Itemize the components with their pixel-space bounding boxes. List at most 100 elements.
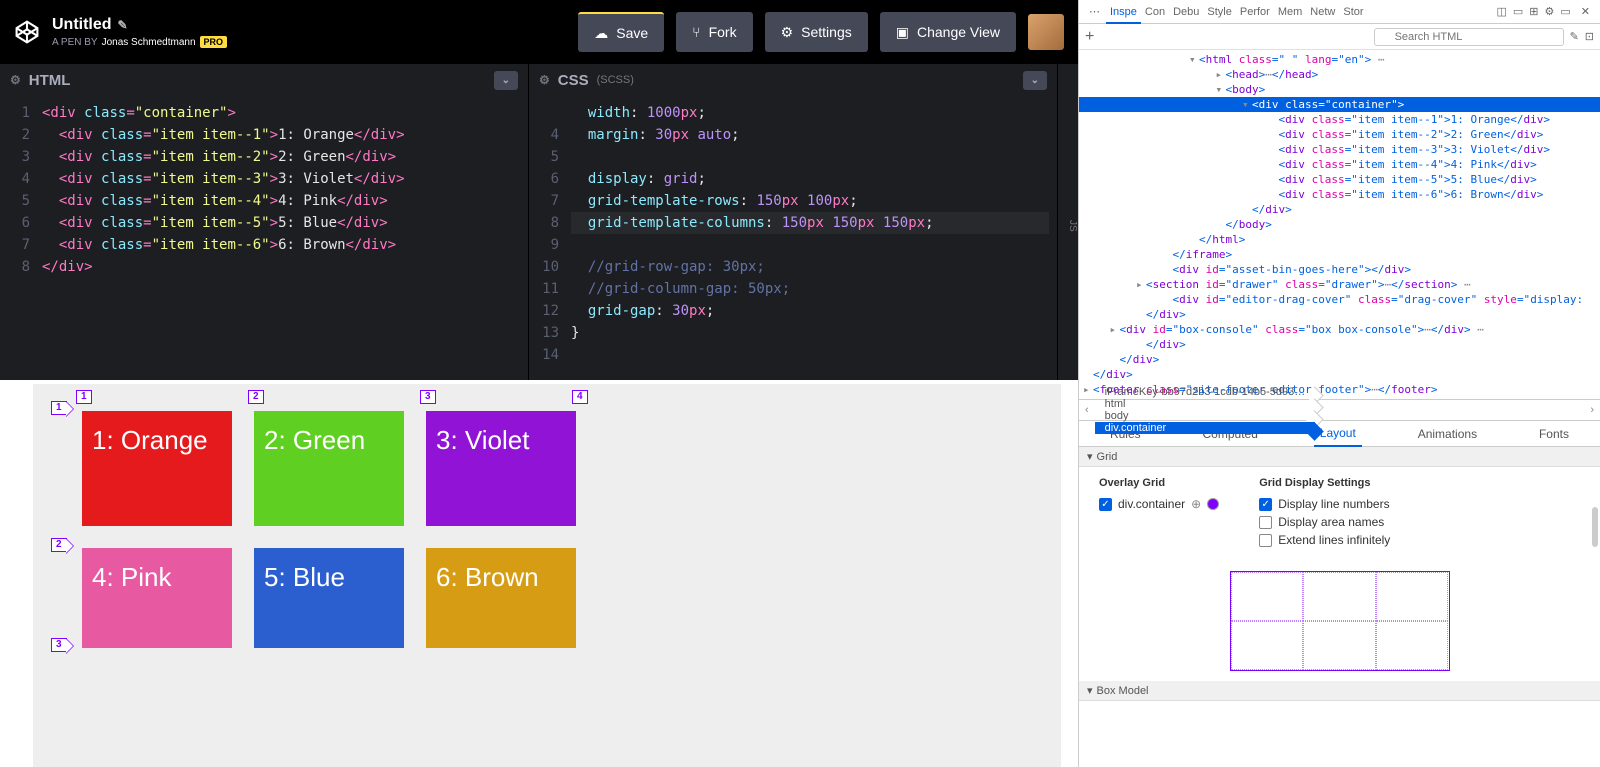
grid-row-label: 2	[51, 538, 67, 552]
fork-button[interactable]: ⑂Fork	[676, 12, 752, 52]
dom-node[interactable]: </html>	[1079, 232, 1600, 247]
dom-node[interactable]: ▾<div class="container">	[1079, 97, 1600, 112]
fork-icon: ⑂	[692, 24, 700, 40]
css-editor: ⚙ CSS (SCSS) ⌄ width: 1000px;4 margin: 3…	[529, 64, 1058, 380]
noframe-icon[interactable]: ⊞	[1529, 5, 1538, 18]
add-element-icon[interactable]: +	[1085, 28, 1094, 46]
dom-node[interactable]: </div>	[1079, 307, 1600, 322]
pen-by-label: A PEN BY	[52, 37, 98, 48]
grid-col-label: 4	[572, 390, 588, 404]
checkbox-icon[interactable]	[1259, 516, 1272, 529]
pro-badge: PRO	[200, 36, 228, 48]
devtools-tab[interactable]: Mem	[1274, 2, 1306, 22]
css-settings-icon[interactable]: ⚙	[539, 73, 550, 87]
dom-node[interactable]: </div>	[1079, 367, 1600, 382]
dom-node[interactable]: <div class="item item--1">1: Orange</div…	[1079, 112, 1600, 127]
box-model-header[interactable]: ▾Box Model	[1079, 681, 1600, 701]
inspector-subtab[interactable]: Animations	[1412, 422, 1483, 446]
eyedropper-icon[interactable]: ⊡	[1585, 30, 1594, 43]
grid-setting-row[interactable]: ✓Display line numbers	[1259, 497, 1390, 511]
css-code-area[interactable]: width: 1000px;4 margin: 30px auto;56 dis…	[529, 96, 1057, 380]
html-editor-label: HTML	[29, 72, 71, 89]
breadcrumb-item[interactable]: html	[1095, 398, 1316, 410]
responsive-icon[interactable]: ▭	[1560, 5, 1570, 18]
grid-cell: 5: Blue	[254, 548, 404, 648]
search-html-input[interactable]	[1374, 28, 1564, 46]
devtools-close-icon[interactable]: ✕	[1577, 5, 1594, 18]
dom-node[interactable]: ▾<html class=" " lang="en"> ⋯	[1079, 52, 1600, 67]
checkbox-icon[interactable]: ✓	[1259, 498, 1272, 511]
grid-setting-row[interactable]: Extend lines infinitely	[1259, 533, 1390, 547]
display-settings-heading: Grid Display Settings	[1259, 477, 1390, 489]
css-editor-label: CSS	[558, 72, 589, 89]
checkbox-icon[interactable]	[1259, 534, 1272, 547]
dom-node[interactable]: <div id="editor-drag-cover" class="drag-…	[1079, 292, 1600, 307]
dom-node[interactable]: </div>	[1079, 337, 1600, 352]
dom-node[interactable]: <div class="item item--4">4: Pink</div>	[1079, 157, 1600, 172]
grid-col-label: 2	[248, 390, 264, 404]
dom-node[interactable]: <div id="asset-bin-goes-here"></div>	[1079, 262, 1600, 277]
dom-node[interactable]: </div>	[1079, 352, 1600, 367]
save-button[interactable]: ☁Save	[578, 12, 664, 52]
breadcrumb-item[interactable]: iFrameKey-bb97d2b3-1cdb-14b5-5d93…	[1095, 386, 1316, 398]
dom-node[interactable]: </iframe>	[1079, 247, 1600, 262]
gear-icon: ⚙	[781, 24, 794, 41]
devtools-tab[interactable]: Debu	[1169, 2, 1203, 22]
codepen-header: Untitled ✎ A PEN BY Jonas Schmedtmann PRO…	[0, 0, 1078, 64]
dom-node[interactable]: </body>	[1079, 217, 1600, 232]
breadcrumb-item[interactable]: body	[1095, 410, 1316, 422]
edit-icon[interactable]: ✎	[1570, 30, 1579, 43]
dom-node[interactable]: <div class="item item--6">6: Brown</div>	[1079, 187, 1600, 202]
pen-title[interactable]: Untitled	[52, 16, 112, 34]
grid-row-label: 3	[51, 638, 67, 652]
devtools-tab[interactable]: Netw	[1306, 2, 1339, 22]
edit-title-icon[interactable]: ✎	[118, 18, 128, 32]
grid-settings-icon[interactable]: ⊕	[1191, 497, 1201, 511]
html-settings-icon[interactable]: ⚙	[10, 73, 21, 87]
grid-color-swatch[interactable]	[1207, 498, 1219, 510]
dom-node[interactable]: </div>	[1079, 202, 1600, 217]
dom-node[interactable]: ▸<section id="drawer" class="drawer">⋯</…	[1079, 277, 1600, 292]
devtools-tab[interactable]: Perfor	[1236, 2, 1274, 22]
dom-node[interactable]: <div class="item item--3">3: Violet</div…	[1079, 142, 1600, 157]
overlay-grid-item[interactable]: ✓ div.container ⊕	[1099, 497, 1219, 511]
grid-cell: 6: Brown	[426, 548, 576, 648]
dom-tree[interactable]: ▾<html class=" " lang="en"> ⋯ ▸<head>⋯</…	[1079, 50, 1600, 399]
dom-node[interactable]: ▾<body>	[1079, 82, 1600, 97]
dom-node[interactable]: ▸<div id="box-console" class="box box-co…	[1079, 322, 1600, 337]
dock-icon[interactable]: ◫	[1496, 5, 1506, 18]
html-collapse-button[interactable]: ⌄	[494, 71, 518, 90]
devtools-tab[interactable]: Stor	[1339, 2, 1367, 22]
dom-node[interactable]: <div class="item item--2">2: Green</div>	[1079, 127, 1600, 142]
grid-cell: 1: Orange	[82, 411, 232, 526]
dom-node[interactable]: <div class="item item--5">5: Blue</div>	[1079, 172, 1600, 187]
grid-section-header[interactable]: ▾Grid	[1079, 447, 1600, 467]
devtools-tab[interactable]: Con	[1141, 2, 1169, 22]
grid-setting-row[interactable]: Display area names	[1259, 515, 1390, 529]
devtools-settings-icon[interactable]: ⚙	[1545, 5, 1555, 18]
breadcrumb: ‹ iFrameKey-bb97d2b3-1cdb-14b5-5d93…html…	[1079, 399, 1600, 421]
settings-button[interactable]: ⚙Settings	[765, 12, 868, 52]
grid-col-label: 1	[76, 390, 92, 404]
grid-row-label: 1	[51, 401, 67, 415]
devtools-tabs: ⋯ InspeConDebuStylePerforMemNetwStor ◫ ▭…	[1079, 0, 1600, 24]
breadcrumb-item[interactable]: div.container	[1095, 422, 1316, 434]
author-link[interactable]: Jonas Schmedtmann	[102, 37, 196, 48]
devtools-menu-icon[interactable]: ⋯	[1085, 5, 1104, 18]
inspector-subtab[interactable]: Fonts	[1533, 422, 1575, 446]
dom-node[interactable]: ▸<head>⋯</head>	[1079, 67, 1600, 82]
js-editor-collapsed[interactable]: JS	[1058, 64, 1078, 380]
css-collapse-button[interactable]: ⌄	[1023, 71, 1047, 90]
breadcrumb-next[interactable]: ›	[1584, 404, 1600, 416]
change-view-button[interactable]: ▣Change View	[880, 12, 1016, 52]
setting-label: Display area names	[1278, 515, 1384, 529]
breadcrumb-prev[interactable]: ‹	[1079, 404, 1095, 416]
scrollbar[interactable]	[1592, 507, 1598, 547]
html-code-area[interactable]: 1<div class="container">2 <div class="it…	[0, 96, 528, 380]
user-avatar[interactable]	[1028, 14, 1064, 50]
checkbox-icon[interactable]: ✓	[1099, 498, 1112, 511]
devtools-tab[interactable]: Inspe	[1106, 2, 1141, 24]
dock-icon-2[interactable]: ▭	[1513, 5, 1523, 18]
devtools-tab[interactable]: Style	[1203, 2, 1235, 22]
overlay-grid-heading: Overlay Grid	[1099, 477, 1219, 489]
